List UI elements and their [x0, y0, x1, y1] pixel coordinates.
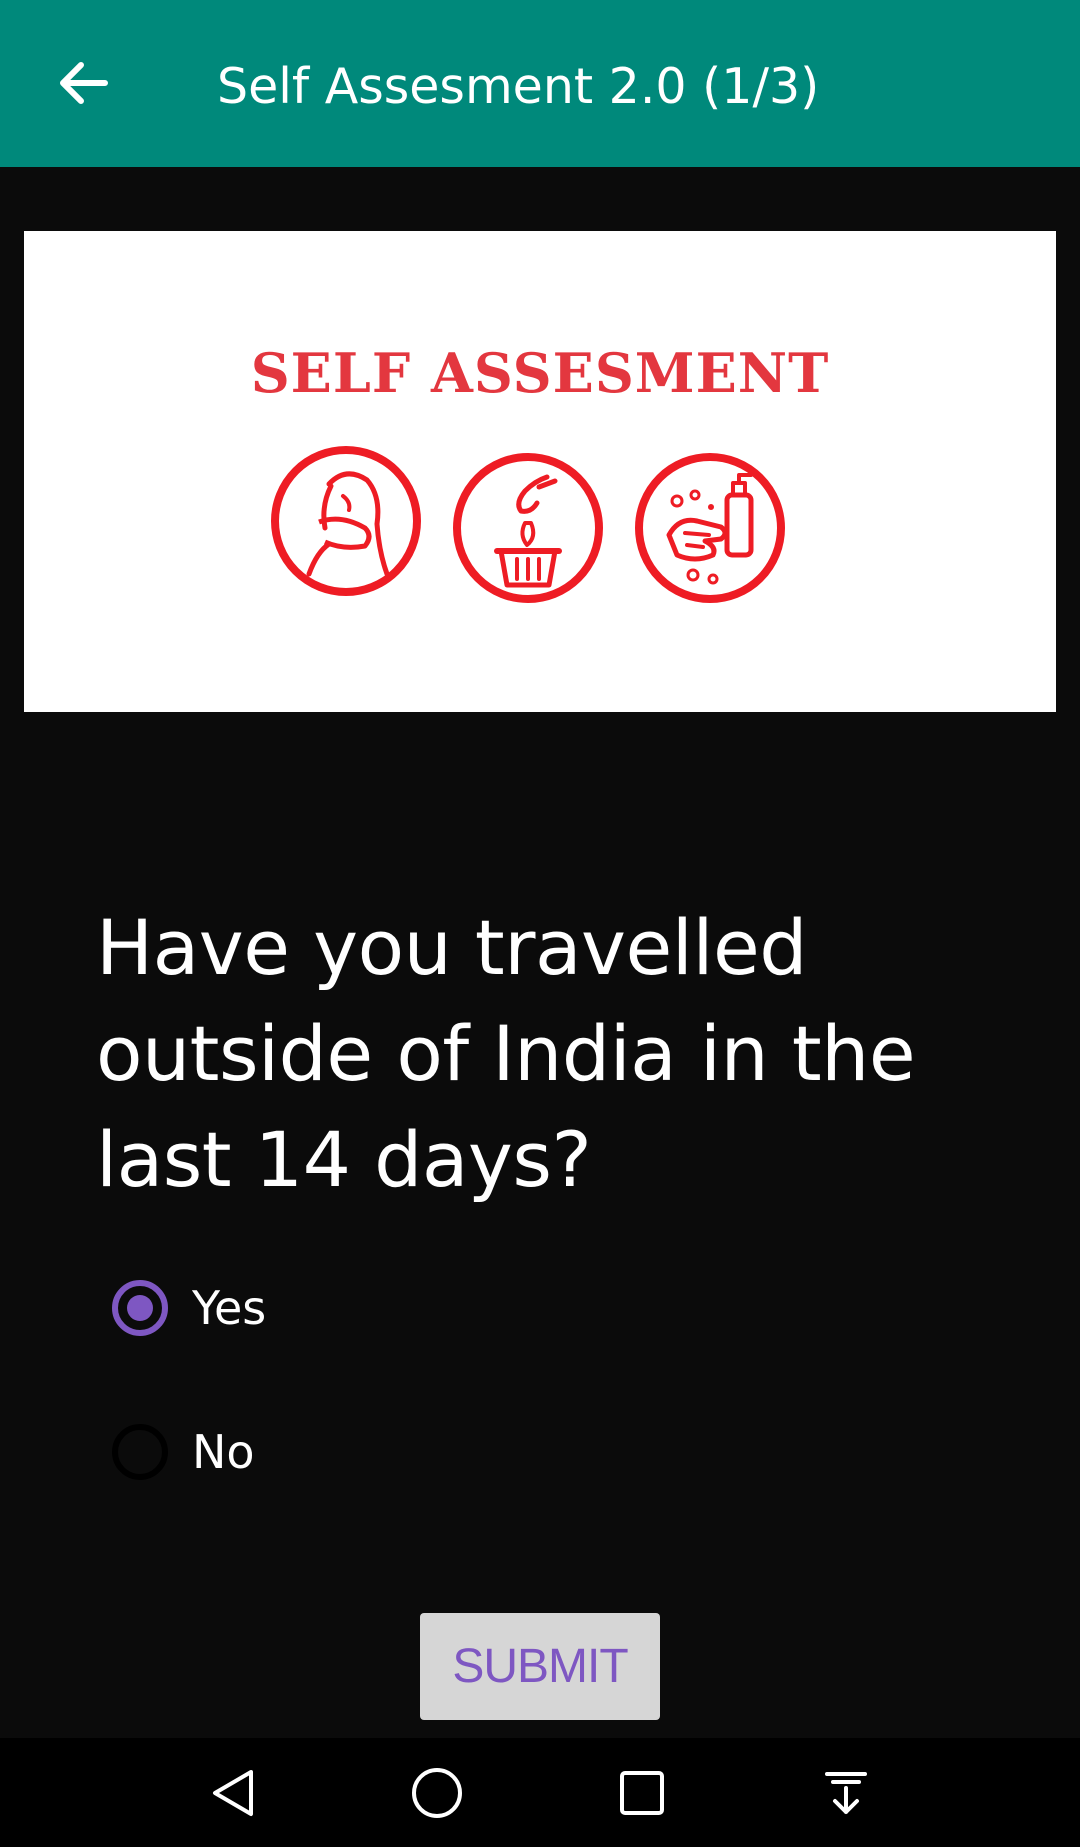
- notification-pull-down-icon: [825, 1772, 867, 1814]
- app-bar: Self Assesment 2.0 (1/3): [0, 0, 1080, 167]
- nav-recents-button[interactable]: [607, 1758, 677, 1828]
- wash-hands-icon: [635, 453, 785, 603]
- nav-home-button[interactable]: [402, 1758, 472, 1828]
- arrow-back-icon: [60, 62, 108, 104]
- cough-into-elbow-icon: [271, 446, 421, 596]
- question-text: Have you travelled outside of India in t…: [96, 903, 916, 1204]
- back-button[interactable]: [48, 48, 118, 118]
- nav-back-button[interactable]: [199, 1758, 269, 1828]
- app-title: Self Assesment 2.0 (1/3): [217, 58, 820, 115]
- radio-yes-checked[interactable]: [112, 1280, 168, 1336]
- dispose-tissue-icon: [453, 453, 603, 603]
- nav-notifications-button[interactable]: [811, 1758, 881, 1828]
- option-no-label: No: [192, 1425, 255, 1479]
- option-yes[interactable]: Yes: [112, 1275, 266, 1341]
- banner-heading: SELF ASSESMENT: [250, 341, 830, 405]
- option-yes-label: Yes: [192, 1281, 267, 1335]
- radio-no-unchecked[interactable]: [112, 1424, 168, 1480]
- option-no[interactable]: No: [112, 1419, 255, 1485]
- home-circle-icon: [412, 1768, 462, 1818]
- system-nav-bar: [0, 1738, 1080, 1847]
- self-assessment-banner: SELF ASSESMENT: [24, 231, 1056, 712]
- submit-button[interactable]: SUBMIT: [420, 1613, 660, 1720]
- back-triangle-icon: [213, 1770, 253, 1816]
- recents-square-icon: [620, 1771, 664, 1815]
